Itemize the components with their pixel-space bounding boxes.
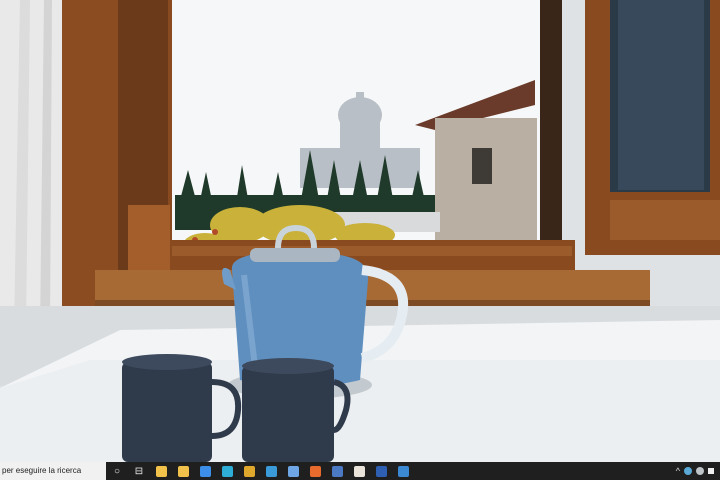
firefox-button[interactable] xyxy=(304,462,326,480)
system-tray: ^ xyxy=(676,466,720,476)
show-desktop-button[interactable] xyxy=(708,468,714,474)
edge-button[interactable] xyxy=(216,462,238,480)
app-folder-button[interactable] xyxy=(326,462,348,480)
word-button[interactable] xyxy=(370,462,392,480)
file-explorer-icon xyxy=(177,465,189,477)
desktop-wallpaper xyxy=(0,0,720,462)
app-gallery-icon xyxy=(353,465,365,477)
task-view-button[interactable]: ⊟ xyxy=(128,462,150,480)
pinned-apps xyxy=(150,462,414,480)
app-blue-icon xyxy=(265,465,277,477)
tray-network-icon[interactable] xyxy=(696,467,704,475)
firefox-icon xyxy=(309,465,321,477)
start-button[interactable]: ○ xyxy=(106,462,128,480)
edge-icon xyxy=(221,465,233,477)
app-gallery-button[interactable] xyxy=(348,462,370,480)
dropbox-icon xyxy=(199,465,211,477)
taskbar: per eseguire la ricerca ○ ⊟ ^ xyxy=(0,462,720,480)
store-button[interactable] xyxy=(150,462,172,480)
app-folder-icon xyxy=(331,465,343,477)
wallpaper-photo xyxy=(0,0,720,462)
search-box[interactable]: per eseguire la ricerca xyxy=(0,462,106,480)
tray-chevron-icon[interactable]: ^ xyxy=(676,466,680,476)
chrome-button[interactable] xyxy=(238,462,260,480)
store-icon xyxy=(155,465,167,477)
chrome-icon xyxy=(243,465,255,477)
app-cloud-button[interactable] xyxy=(282,462,304,480)
tray-weather-icon[interactable] xyxy=(684,467,692,475)
app-media-icon xyxy=(397,465,409,477)
word-icon xyxy=(375,465,387,477)
app-cloud-icon xyxy=(287,465,299,477)
dropbox-button[interactable] xyxy=(194,462,216,480)
app-blue-button[interactable] xyxy=(260,462,282,480)
file-explorer-button[interactable] xyxy=(172,462,194,480)
app-media-button[interactable] xyxy=(392,462,414,480)
